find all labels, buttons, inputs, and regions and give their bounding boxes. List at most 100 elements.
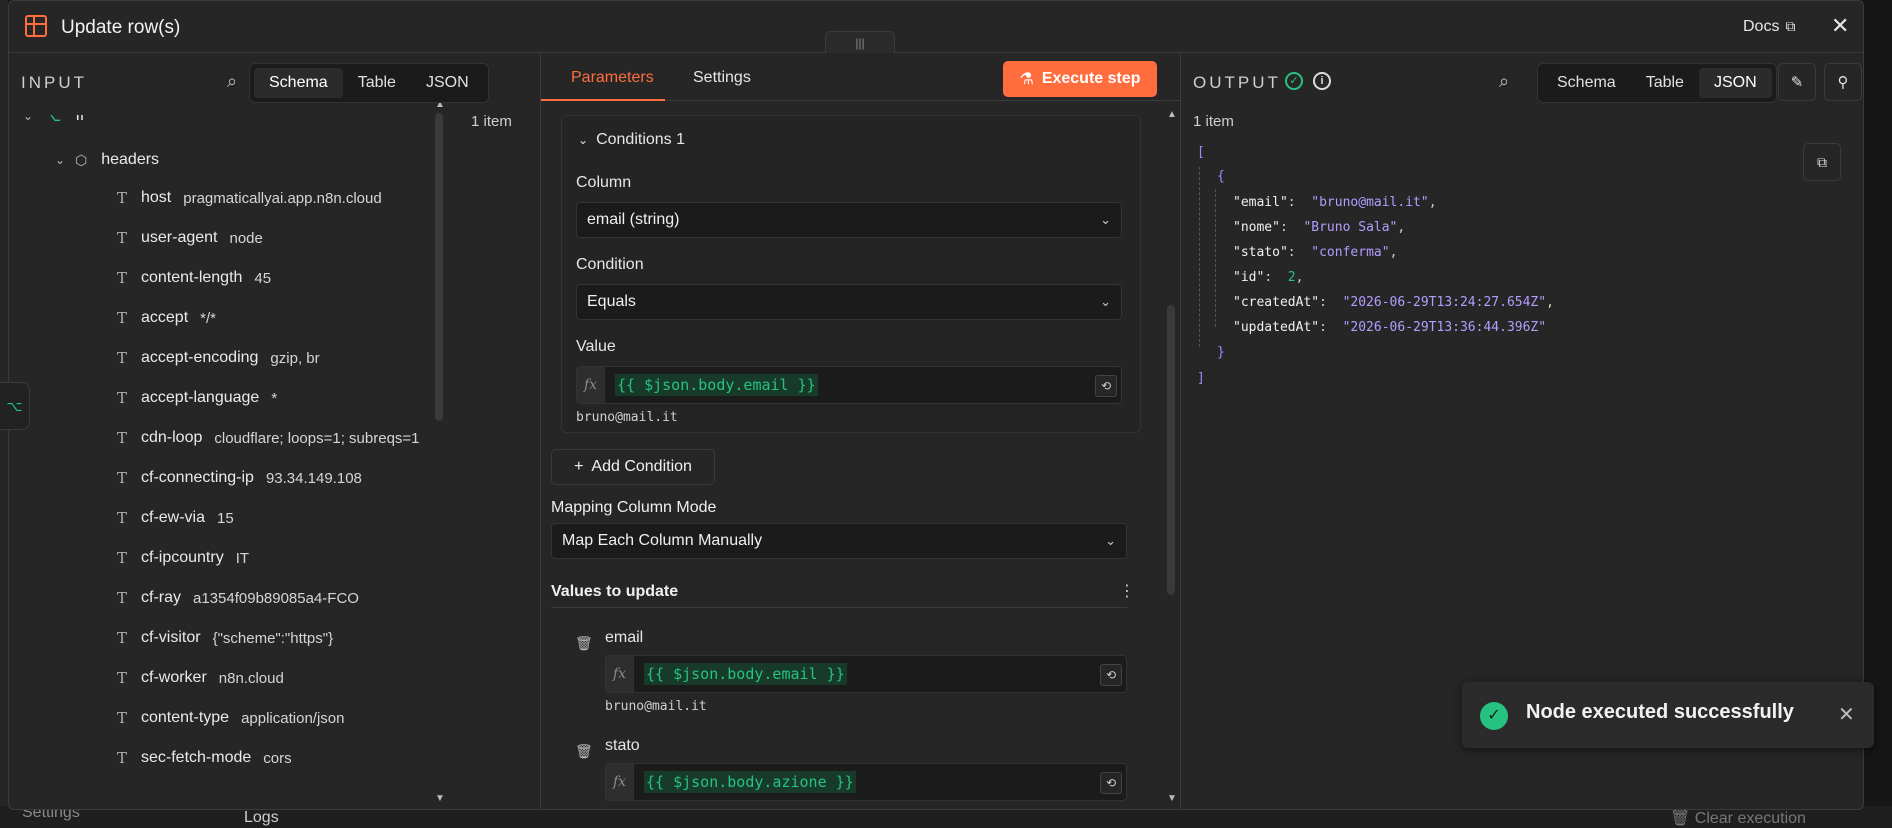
copy-json-button[interactable]: ⧉ [1803,143,1841,181]
tree-field-row[interactable]: Tcf-connecting-ip 93.34.149.108 [117,461,362,495]
field-value: application/json [241,709,345,727]
drag-handle[interactable]: ||| [825,31,895,53]
tree-node-headers[interactable]: ⌄ ⬡ headers [55,143,171,177]
scroll-down-arrow[interactable]: ▼ [1167,793,1177,804]
text-type-icon: T [117,229,128,247]
logs-tab[interactable]: Logs [244,809,279,827]
column-label: Column [576,174,632,191]
parameters-scrollbar[interactable] [1167,305,1175,595]
info-icon[interactable]: i [1313,72,1331,90]
json-comma: , [1389,245,1398,260]
tree-field-row[interactable]: Taccept-encoding gzip, br [117,341,320,375]
scroll-down-arrow[interactable]: ▼ [435,793,445,804]
json-key: "id" [1233,270,1265,285]
text-type-icon: T [117,389,128,407]
more-options-icon[interactable]: ⋮ [1119,581,1135,601]
input-view-switcher: Schema Table JSON [249,63,489,103]
field-value: 45 [254,269,272,287]
output-items-count: 1 item [1193,113,1234,130]
field-key: cf-ipcountry [141,549,224,566]
expand-expression-icon[interactable]: ⟲ [1095,375,1117,397]
tree-field-row[interactable]: Tcf-ew-via 15 [117,501,234,535]
add-condition-button[interactable]: + Add Condition [551,449,715,485]
success-check-icon: ✓ [1285,72,1303,90]
json-value: "2026-06-29T13:36:44.396Z" [1342,320,1547,335]
tree-field-row[interactable]: Tuser-agent node [117,221,263,255]
close-icon[interactable]: ✕ [1838,702,1855,727]
json-indent-guide [1215,189,1216,327]
view-schema[interactable]: Schema [1542,68,1631,98]
field-key: cf-visitor [141,629,201,646]
json-value: "2026-06-29T13:24:27.654Z" [1342,295,1547,310]
tab-settings[interactable]: Settings [693,69,751,87]
text-type-icon: T [117,709,128,727]
text-type-icon: T [117,589,128,607]
fx-icon: fx [577,367,605,403]
tree-field-row[interactable]: Taccept-language * [117,381,277,415]
edit-output-button[interactable]: ✎ [1778,63,1816,101]
field-value: a1354f09b89085a4-FCO [193,589,359,607]
field-key: accept [141,309,189,326]
search-icon[interactable]: ⌕ [227,71,237,92]
execute-step-button[interactable]: ⚗ Execute step [1003,61,1157,97]
text-type-icon: T [117,349,128,367]
condition-card: ⌄ Conditions 1 Column email (string) ⌄ Con… [561,115,1141,433]
view-table[interactable]: Table [1631,68,1699,98]
scroll-up-arrow[interactable]: ▲ [1167,109,1177,120]
expand-expression-icon[interactable]: ⟲ [1100,664,1122,686]
field-value: 93.34.149.108 [265,469,362,487]
tree-field-row[interactable]: Tcf-visitor {"scheme":"https"} [117,621,333,655]
view-json[interactable]: JSON [411,68,484,98]
stato-expression-input[interactable]: fx {{ $json.body.azione }} ⟲ [605,763,1127,801]
check-icon: ✓ [1480,702,1508,730]
tree-field-row[interactable]: Tcf-ipcountry IT [117,541,249,575]
expression-code: {{ $json.body.email }} [615,374,818,396]
text-type-icon: T [117,309,128,327]
if-node-icon[interactable]: ⌥ [0,382,30,430]
column-select[interactable]: email (string) ⌄ [576,202,1122,238]
view-schema[interactable]: Schema [254,68,343,98]
input-panel: INPUT ⌕ ⌄ ⌥ If ⌄ ⬡ headers Thost pragmaticallya… [9,53,541,809]
chevron-down-icon: ⌄ [578,133,589,147]
search-icon[interactable]: ⌕ [1499,71,1509,92]
trash-icon[interactable]: 🗑 [575,743,593,760]
docs-link[interactable]: Docs ⧉ [1743,18,1795,36]
expand-expression-icon[interactable]: ⟲ [1100,772,1122,794]
node-title[interactable]: Update row(s) [61,17,180,39]
tree-field-row[interactable]: Tcf-worker n8n.cloud [117,661,284,695]
expression-code: {{ $json.body.email }} [644,663,847,685]
tree-field-row[interactable]: Tcontent-type application/json [117,701,344,735]
flask-icon: ⚗ [1019,71,1034,88]
email-expression-input[interactable]: fx {{ $json.body.email }} ⟲ [605,655,1127,693]
pencil-icon: ✎ [1790,74,1804,91]
value-expression-input[interactable]: fx {{ $json.body.email }} ⟲ [576,366,1122,404]
view-table[interactable]: Table [343,68,411,98]
close-icon[interactable]: ✕ [1831,13,1849,39]
field-key: host [141,189,172,206]
tree-field-row[interactable]: Tsec-fetch-mode cors [117,741,292,775]
tree-field-row[interactable]: Tcontent-length 45 [117,261,271,295]
json-close-array: ] [1197,371,1205,386]
tab-parameters[interactable]: Parameters [571,69,654,87]
trash-icon[interactable]: 🗑 [575,635,593,652]
tree-field-row[interactable]: Tcdn-loop cloudflare; loops=1; subreqs=1 [117,421,420,455]
json-property: "id": 2, [1233,270,1304,285]
tree-field-row[interactable]: Taccept */* [117,301,216,335]
expression-code: {{ $json.body.azione }} [644,771,856,793]
view-json[interactable]: JSON [1698,68,1772,98]
json-property: "createdAt": "2026-06-29T13:24:27.654Z", [1233,295,1554,310]
conditions-header[interactable]: ⌄ Conditions 1 [578,131,685,149]
tree-field-row[interactable]: Tcf-ray a1354f09b89085a4-FCO [117,581,359,615]
output-label: OUTPUT [1193,73,1281,92]
tree-node-if[interactable]: ⌄ ⌥ If [23,115,96,133]
condition-select[interactable]: Equals ⌄ [576,284,1122,320]
tree-field-row[interactable]: Thost pragmaticallyai.app.n8n.cloud [117,181,382,215]
input-scrollbar[interactable] [435,113,443,421]
clear-execution-button[interactable]: 🗑 Clear execution [1670,808,1806,828]
input-items-count: 1 item [471,113,512,130]
field-key: content-length [141,269,243,286]
field-key: cf-ew-via [141,509,206,526]
field-value: node [229,229,263,247]
pin-data-button[interactable]: ⚲ [1824,63,1862,101]
mapping-mode-select[interactable]: Map Each Column Manually ⌄ [551,523,1127,559]
